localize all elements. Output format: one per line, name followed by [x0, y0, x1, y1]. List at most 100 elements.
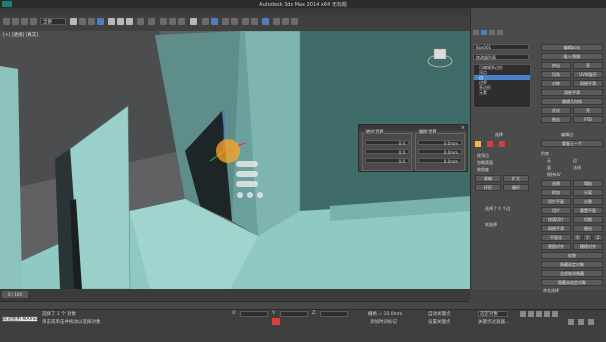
constraint-none-radio[interactable]: 无: [547, 158, 551, 164]
tessellate-button[interactable]: 细化: [573, 225, 603, 232]
modifier-button[interactable]: 对称: [541, 80, 571, 87]
modifier-button[interactable]: 编辑poly: [541, 44, 603, 51]
abs-x-field[interactable]: 0.0: [365, 140, 409, 146]
object-name-field[interactable]: Box001: [473, 44, 529, 50]
meshsmooth-button[interactable]: 网格平滑: [541, 225, 571, 232]
angle-snap-icon[interactable]: [169, 18, 176, 25]
z-coordinate-field[interactable]: [320, 311, 348, 317]
planar-z-button[interactable]: Z: [593, 234, 603, 241]
schematic-view-icon[interactable]: [251, 18, 258, 25]
mirror-icon[interactable]: [202, 18, 209, 25]
lock-selection-icon[interactable]: [272, 318, 280, 325]
pivot-center-icon[interactable]: [148, 18, 155, 25]
prev-frame-icon[interactable]: [528, 311, 534, 317]
x-coordinate-field[interactable]: [240, 311, 268, 317]
redo-icon[interactable]: [12, 18, 19, 25]
constraint-edge-radio[interactable]: 边: [573, 158, 577, 164]
snap-toggle-icon[interactable]: [160, 18, 167, 25]
modifier-button[interactable]: UVW展开: [573, 71, 603, 78]
ignore-backface-checkbox[interactable]: 忽略背面: [477, 160, 493, 166]
grow-button[interactable]: 扩大: [503, 175, 529, 182]
close-icon[interactable]: ×: [461, 125, 465, 131]
modifier-button[interactable]: 切角: [541, 71, 571, 78]
grid-align-button[interactable]: 栅格对齐: [573, 243, 603, 250]
pan-icon[interactable]: [578, 319, 584, 325]
key-filters-button[interactable]: 关键点过滤器...: [478, 319, 509, 325]
modifier-list-dropdown[interactable]: 修改器列表: [473, 54, 529, 60]
goto-start-icon[interactable]: [520, 311, 526, 317]
detach-button[interactable]: 分离: [573, 189, 603, 196]
by-angle-checkbox[interactable]: 按角度: [477, 167, 489, 173]
y-coordinate-field[interactable]: [280, 311, 308, 317]
hide-unselected-button[interactable]: 隐藏未选定对象: [541, 279, 603, 286]
move-icon[interactable]: [108, 18, 115, 25]
view-align-button[interactable]: 视图对齐: [541, 243, 571, 250]
window-crossing-icon[interactable]: [97, 18, 104, 25]
link-icon[interactable]: [21, 18, 28, 25]
modify-tab-icon[interactable]: [481, 30, 487, 35]
relax-button[interactable]: 松弛: [541, 252, 603, 259]
modifier-stack[interactable]: 可编辑多边形 顶点 边 边界 多边形 元素: [473, 64, 531, 108]
reference-coord-icon[interactable]: [137, 18, 144, 25]
stack-item[interactable]: 元素: [474, 90, 530, 95]
modifier-button[interactable]: 壳: [573, 62, 603, 69]
modifier-button[interactable]: 细化: [541, 116, 571, 123]
attach-button[interactable]: 附加: [541, 189, 571, 196]
offset-z-field[interactable]: 0.0mm: [418, 158, 462, 164]
next-frame-icon[interactable]: [544, 311, 550, 317]
constraint-normal-radio[interactable]: 法线: [573, 165, 581, 171]
offset-y-field[interactable]: 0.0mm: [418, 149, 462, 155]
play-icon[interactable]: [536, 311, 542, 317]
percent-snap-icon[interactable]: [178, 18, 185, 25]
select-object-icon[interactable]: [70, 18, 77, 25]
edge-mode-icon[interactable]: [487, 141, 493, 147]
curve-editor-icon[interactable]: [242, 18, 249, 25]
border-mode-icon[interactable]: [499, 141, 505, 147]
hierarchy-tab-icon[interactable]: [489, 30, 495, 35]
offset-x-field[interactable]: 0.0mm: [418, 140, 462, 146]
graphite-icon[interactable]: [231, 18, 238, 25]
named-selection-icon[interactable]: [190, 18, 197, 25]
slice-button[interactable]: 切片: [541, 207, 571, 214]
rect-selection-icon[interactable]: [88, 18, 95, 25]
split-button[interactable]: 分割: [573, 198, 603, 205]
slice-plane-button[interactable]: 切片平面: [541, 198, 571, 205]
zoom-icon[interactable]: [568, 319, 574, 325]
selection-rollout-title[interactable]: 选择: [495, 132, 503, 138]
reset-plane-button[interactable]: 重置平面: [573, 207, 603, 214]
modifier-button[interactable]: 挤出: [541, 62, 571, 69]
material-editor-icon[interactable]: [262, 18, 269, 25]
time-slider[interactable]: 0 / 100: [0, 289, 470, 301]
modifier-button[interactable]: 编辑几何体: [541, 98, 603, 105]
modifier-button[interactable]: 网格平滑: [573, 80, 603, 87]
render-setup-icon[interactable]: [273, 18, 280, 25]
layer-manager-icon[interactable]: [222, 18, 229, 25]
modifier-button[interactable]: 插入/倒角: [541, 53, 603, 60]
viewport-label[interactable]: [+] [透视] [真实]: [3, 32, 38, 38]
shrink-button[interactable]: 收缩: [475, 175, 501, 182]
motion-tab-icon[interactable]: [497, 30, 503, 35]
make-planar-button[interactable]: 平面化: [541, 234, 571, 241]
planar-y-button[interactable]: Y: [583, 234, 592, 241]
undo-icon[interactable]: [3, 18, 10, 25]
selection-filter-dropdown[interactable]: 全部: [40, 18, 66, 25]
scale-icon[interactable]: [126, 18, 133, 25]
quickslice-button[interactable]: 快速切片: [541, 216, 571, 223]
constraint-face-radio[interactable]: 面: [547, 165, 551, 171]
unlink-icon[interactable]: [30, 18, 37, 25]
add-time-tag[interactable]: 添加时间标记: [370, 319, 397, 325]
create-button[interactable]: 创建: [541, 180, 571, 187]
collapse-button[interactable]: 塌陷: [573, 180, 603, 187]
hide-selected-button[interactable]: 隐藏选定对象: [541, 261, 603, 268]
planar-x-button[interactable]: X: [573, 234, 582, 241]
create-tab-icon[interactable]: [473, 30, 479, 35]
repeat-last-button[interactable]: 重复上一个: [541, 140, 603, 147]
soft-selection-rollout[interactable]: 软选择: [485, 222, 497, 228]
goto-end-icon[interactable]: [552, 311, 558, 317]
autokey-button[interactable]: 自动关键点: [428, 311, 451, 317]
align-icon[interactable]: [211, 18, 218, 25]
modifier-button[interactable]: FFD: [573, 116, 603, 123]
rotate-icon[interactable]: [117, 18, 124, 25]
modifier-button[interactable]: 优化: [541, 107, 571, 114]
ring-button[interactable]: 环形: [475, 184, 501, 191]
